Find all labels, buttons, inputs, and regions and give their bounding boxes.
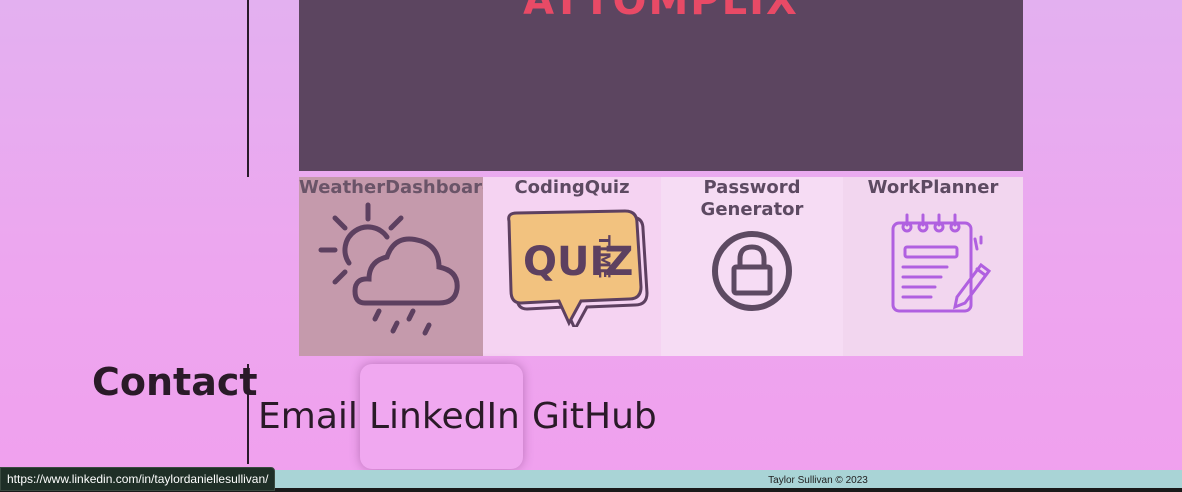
project-card-work-planner[interactable]: WorkPlanner — [843, 177, 1023, 356]
linkedin-link[interactable]: LinkedIn — [360, 364, 523, 469]
project-label-coding-quiz: CodingQuiz — [514, 177, 630, 198]
hero-title: ATTOMPLIX — [523, 0, 799, 24]
project-label-password-line2: Generator — [700, 199, 804, 220]
quiz-time-icon: QUIZ TIME — [507, 209, 649, 327]
quiz-icon-text: QUIZ — [523, 239, 633, 285]
email-link[interactable]: Email — [258, 392, 358, 442]
project-card-coding-quiz[interactable]: CodingQuiz QUIZ TIME — [483, 177, 661, 356]
contact-heading: Contact — [92, 360, 258, 404]
project-label-work-planner: WorkPlanner — [867, 177, 999, 198]
vertical-divider-top — [247, 0, 249, 177]
notepad-pencil-icon — [891, 213, 992, 313]
weather-cloud-sun-icon — [318, 202, 460, 336]
lock-icon — [712, 231, 792, 311]
linkedin-link-label: LinkedIn — [369, 396, 520, 437]
quiz-icon-subtext: TIME — [595, 235, 614, 279]
browser-status-url: https://www.linkedin.com/in/taylordaniel… — [0, 467, 276, 491]
project-card-weather-dashboard[interactable]: WeatherDashboard — [299, 177, 495, 356]
hero-banner: ATTOMPLIX — [299, 0, 1023, 171]
project-card-password-generator[interactable]: Password Generator — [661, 177, 843, 356]
github-link[interactable]: GitHub — [532, 392, 657, 442]
project-label-weather-dashboard: WeatherDashboard — [299, 177, 495, 198]
project-label-password-line1: Password — [703, 177, 801, 198]
footer-copyright: Taylor Sullivan © 2023 — [768, 475, 868, 486]
project-cards: WeatherDashboard CodingQuiz QUIZ TIME Pa… — [299, 177, 1023, 356]
